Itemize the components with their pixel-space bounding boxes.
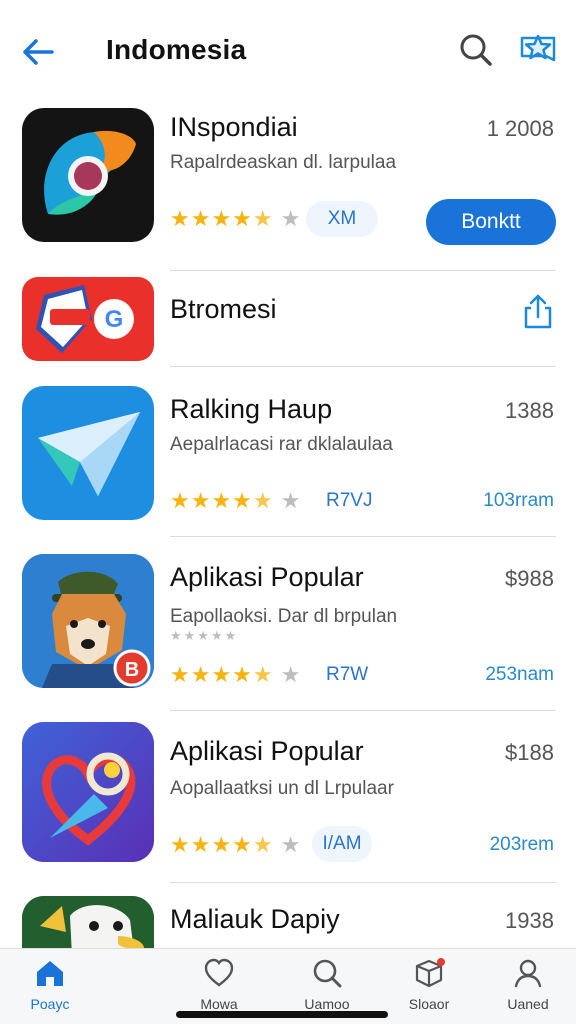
app-icon <box>22 896 154 948</box>
rating-stars: ★★★★★ ★ <box>170 206 302 231</box>
app-name: Aplikasi Popular <box>170 736 364 766</box>
app-list-item[interactable]: B Aplikasi Popular $988 Eapollaoksi. Dar… <box>0 536 576 711</box>
rating-stars: ★★★★★ ★ <box>170 832 302 857</box>
page-title: Indomesia <box>106 34 247 65</box>
app-list-item[interactable]: INspondiai 1 2008 Rapalrdeaskan dl. larp… <box>0 100 576 271</box>
favorites-button[interactable] <box>516 30 560 70</box>
home-icon <box>37 961 63 986</box>
app-icon <box>22 386 154 520</box>
arrow-left-icon <box>23 39 54 65</box>
app-count: 1388 <box>505 398 554 423</box>
rating-stars: ★★★★★ ★ <box>170 488 302 513</box>
tab-label: Uamoo <box>304 996 350 1012</box>
app-size-tag: XM <box>306 201 378 237</box>
app-subtitle: Rapalrdeaskan dl. larpulaa <box>170 152 397 173</box>
app-name: INspondiai <box>170 112 298 142</box>
tab-profile[interactable]: Uaned <box>483 949 573 1024</box>
app-list-item[interactable]: Ralking Haup 1388 Aepalrlacasi rar dklal… <box>0 366 576 537</box>
search-button[interactable] <box>456 30 496 70</box>
search-icon <box>460 34 492 66</box>
tab-label: Poayc <box>30 996 70 1012</box>
app-list-item[interactable]: Maliauk Dapiy 1938 <box>0 882 576 948</box>
app-count: 1938 <box>505 908 554 933</box>
tab-label: Mowa <box>200 996 238 1012</box>
app-header: Indomesia <box>0 0 576 100</box>
download-count: 103rram <box>483 490 554 511</box>
cube-icon <box>415 958 445 988</box>
back-button[interactable] <box>18 32 58 72</box>
download-count: 253nam <box>485 664 554 685</box>
tab-store[interactable]: Sloaor <box>384 949 474 1024</box>
app-name: Btromesi <box>170 294 277 324</box>
app-icon: B <box>22 554 154 688</box>
install-button[interactable]: Bonktt <box>426 199 556 245</box>
app-name: Ralking Haup <box>170 394 333 424</box>
app-name: Maliauk Dapiy <box>170 904 340 934</box>
app-icon: G <box>22 277 154 361</box>
tab-label: Sloaor <box>408 996 450 1012</box>
person-icon <box>514 959 542 988</box>
app-icon <box>22 722 154 862</box>
tab-label: Uaned <box>507 996 549 1012</box>
search-icon <box>313 959 342 988</box>
home-indicator <box>176 1011 388 1018</box>
share-icon <box>524 294 552 329</box>
faint-rating: ★★★★★ <box>170 628 239 643</box>
app-count: $188 <box>505 740 554 765</box>
app-count: $988 <box>505 566 554 591</box>
heart-icon <box>204 958 234 987</box>
svg-text:G: G <box>105 306 124 333</box>
star-badge-icon <box>520 34 556 62</box>
share-button[interactable] <box>518 292 558 332</box>
app-icon <box>22 108 154 242</box>
app-subtitle: Aopallaatksi un dl Lrpulaar <box>170 778 394 799</box>
tab-home[interactable]: Poayc <box>5 949 95 1024</box>
app-size-tag: R7VJ <box>326 490 373 511</box>
app-list-item[interactable]: Aplikasi Popular $188 Aopallaatksi un dl… <box>0 710 576 883</box>
download-count: 203rem <box>489 834 554 855</box>
app-list-item[interactable]: G Btromesi <box>0 270 576 367</box>
app-subtitle: Eapollaoksi. Dar dl brpulan <box>170 606 398 627</box>
app-subtitle: Aepalrlacasi rar dklalaulaa <box>170 434 393 455</box>
svg-text:B: B <box>125 659 139 681</box>
rating-stars: ★★★★★ ★ <box>170 662 302 687</box>
app-count: 1 2008 <box>486 116 554 141</box>
app-size-tag: R7W <box>326 664 369 685</box>
app-name: Aplikasi Popular <box>170 562 364 592</box>
app-size-tag: I/AM <box>312 826 372 862</box>
